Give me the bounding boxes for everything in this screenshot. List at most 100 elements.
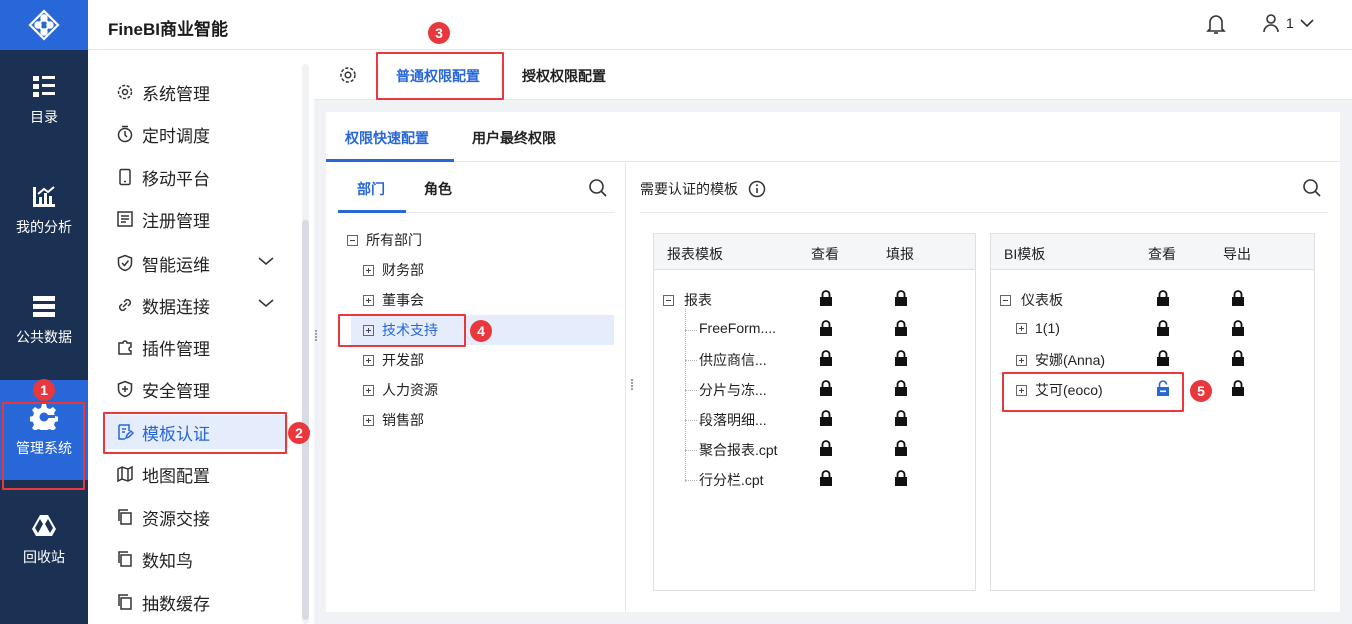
lock-icon[interactable] bbox=[1156, 290, 1170, 307]
table-row[interactable]: 段落明细... bbox=[654, 404, 975, 434]
table-row[interactable]: 报表 bbox=[654, 284, 975, 314]
lock-icon[interactable] bbox=[1156, 320, 1170, 337]
expand-icon[interactable] bbox=[363, 294, 374, 306]
lock-icon[interactable] bbox=[894, 350, 908, 367]
lock-icon[interactable] bbox=[894, 320, 908, 337]
menu-scrollbar[interactable] bbox=[302, 220, 309, 620]
resize-handle[interactable] bbox=[315, 329, 319, 341]
shield-icon bbox=[117, 380, 133, 398]
chevron-down-icon[interactable] bbox=[258, 256, 274, 266]
collapse-icon[interactable] bbox=[663, 294, 674, 306]
row-label: 段落明细... bbox=[699, 412, 767, 428]
menu-item-extract-cache[interactable]: 抽数缓存 bbox=[104, 585, 288, 619]
table-row[interactable]: 安娜(Anna) bbox=[991, 344, 1314, 374]
search-icon[interactable] bbox=[588, 178, 608, 198]
table-row[interactable]: 1(1) bbox=[991, 314, 1314, 344]
lock-icon[interactable] bbox=[1156, 350, 1170, 367]
expand-icon[interactable] bbox=[1016, 354, 1027, 366]
expand-icon[interactable] bbox=[363, 414, 374, 426]
rail-item-public-data[interactable]: 公共数据 bbox=[0, 270, 88, 370]
chevron-down-icon[interactable] bbox=[258, 298, 274, 308]
search-icon[interactable] bbox=[1302, 178, 1322, 198]
tree-label: 财务部 bbox=[382, 262, 424, 278]
tree-item-department[interactable]: 人力资源 bbox=[363, 375, 613, 405]
lock-icon[interactable] bbox=[894, 380, 908, 397]
info-icon[interactable] bbox=[748, 180, 766, 198]
lock-icon[interactable] bbox=[1231, 320, 1245, 337]
lock-icon[interactable] bbox=[819, 410, 833, 427]
menu-item-ops[interactable]: 智能运维 bbox=[104, 246, 288, 280]
rail-item-catalog[interactable]: 目录 bbox=[0, 50, 88, 150]
lock-icon[interactable] bbox=[1231, 380, 1245, 397]
menu-item-template-auth[interactable]: 模板认证 bbox=[104, 415, 288, 449]
menu-item-security[interactable]: 安全管理 bbox=[104, 372, 288, 406]
lock-icon[interactable] bbox=[894, 290, 908, 307]
lock-icon[interactable] bbox=[819, 440, 833, 457]
table-row[interactable]: 聚合报表.cpt bbox=[654, 434, 975, 464]
lock-icon[interactable] bbox=[819, 350, 833, 367]
lock-icon[interactable] bbox=[894, 440, 908, 457]
table-row[interactable]: 供应商信... bbox=[654, 344, 975, 374]
table-row[interactable]: 艾可(eoco) bbox=[991, 374, 1314, 404]
expand-icon[interactable] bbox=[363, 264, 374, 276]
finebi-logo[interactable] bbox=[0, 0, 88, 50]
main-area: 普通权限配置 授权权限配置 权限快速配置 用户最终权限 部门 角色 所有部门 财… bbox=[314, 50, 1352, 624]
menu-label: 定时调度 bbox=[142, 126, 210, 146]
left-rail: 目录 我的分析 公共数据 管理系统 回收站 bbox=[0, 0, 88, 624]
tree-item-department[interactable]: 财务部 bbox=[363, 255, 613, 285]
menu-item-system[interactable]: 系统管理 bbox=[104, 75, 288, 109]
collapse-icon[interactable] bbox=[347, 234, 358, 246]
puzzle-icon bbox=[118, 340, 132, 355]
lock-icon[interactable] bbox=[894, 410, 908, 427]
row-label: 分片与冻... bbox=[699, 382, 767, 398]
menu-item-shuzhiniao[interactable]: 数知鸟 bbox=[104, 542, 288, 576]
gear-icon[interactable] bbox=[338, 65, 358, 85]
menu-item-plugins[interactable]: 插件管理 bbox=[104, 330, 288, 364]
lock-icon[interactable] bbox=[819, 290, 833, 307]
catalog-icon bbox=[33, 76, 55, 97]
tab-general-permission[interactable]: 普通权限配置 bbox=[396, 66, 480, 86]
lock-icon[interactable] bbox=[1231, 290, 1245, 307]
unlock-icon[interactable] bbox=[1156, 380, 1170, 397]
menu-item-register[interactable]: 注册管理 bbox=[104, 202, 288, 236]
table-row[interactable]: 行分栏.cpt bbox=[654, 464, 975, 494]
menu-item-resource-handover[interactable]: 资源交接 bbox=[104, 500, 288, 534]
tree-item-department[interactable]: 销售部 bbox=[363, 405, 613, 435]
table-row[interactable]: 仪表板 bbox=[991, 284, 1314, 314]
tab-quick-config[interactable]: 权限快速配置 bbox=[345, 128, 429, 148]
expand-icon[interactable] bbox=[1016, 384, 1027, 396]
tab-role[interactable]: 角色 bbox=[424, 179, 452, 199]
rail-item-my-analysis[interactable]: 我的分析 bbox=[0, 160, 88, 260]
tree-item-department[interactable]: 董事会 bbox=[363, 285, 613, 315]
column-header: BI模板 bbox=[1004, 246, 1046, 262]
lock-icon[interactable] bbox=[894, 470, 908, 487]
department-pane: 部门 角色 所有部门 财务部 董事会 技术支持 开发部 人力资源 销售部 bbox=[326, 163, 626, 612]
expand-icon[interactable] bbox=[1016, 322, 1027, 334]
user-menu[interactable]: 1 bbox=[1262, 13, 1314, 33]
mobile-icon bbox=[119, 168, 131, 186]
collapse-icon[interactable] bbox=[1000, 294, 1011, 306]
menu-item-data-connection[interactable]: 数据连接 bbox=[104, 288, 288, 322]
expand-icon[interactable] bbox=[363, 384, 374, 396]
lock-icon[interactable] bbox=[1231, 350, 1245, 367]
tree-item-department[interactable]: 开发部 bbox=[363, 345, 613, 375]
tab-authorize-permission[interactable]: 授权权限配置 bbox=[522, 66, 606, 86]
menu-item-schedule[interactable]: 定时调度 bbox=[104, 117, 288, 151]
menu-label: 模板认证 bbox=[142, 424, 210, 444]
table-row[interactable]: FreeForm.... bbox=[654, 314, 975, 344]
lock-icon[interactable] bbox=[819, 380, 833, 397]
tree-root-all-departments[interactable]: 所有部门 bbox=[347, 225, 617, 255]
lock-icon[interactable] bbox=[819, 470, 833, 487]
menu-item-map[interactable]: 地图配置 bbox=[104, 457, 288, 491]
bell-icon[interactable] bbox=[1206, 13, 1226, 35]
tab-department[interactable]: 部门 bbox=[357, 179, 385, 199]
lock-icon[interactable] bbox=[819, 320, 833, 337]
expand-icon[interactable] bbox=[363, 324, 374, 336]
menu-item-mobile[interactable]: 移动平台 bbox=[104, 160, 288, 194]
tab-final-permission[interactable]: 用户最终权限 bbox=[472, 128, 556, 148]
table-row[interactable]: 分片与冻... bbox=[654, 374, 975, 404]
rail-item-recycle[interactable]: 回收站 bbox=[0, 490, 88, 590]
menu-label: 移动平台 bbox=[142, 169, 210, 189]
rail-label: 公共数据 bbox=[16, 329, 72, 345]
expand-icon[interactable] bbox=[363, 354, 374, 366]
